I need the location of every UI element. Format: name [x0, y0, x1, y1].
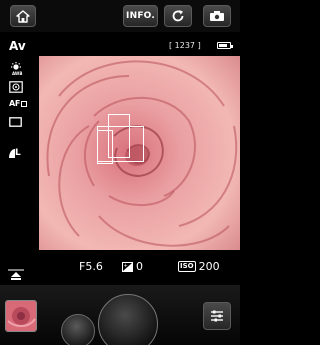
- svg-text:AWB: AWB: [12, 71, 22, 75]
- shots-remaining: [ 1237 ]: [169, 41, 201, 50]
- home-icon: [16, 9, 30, 23]
- svg-text:+: +: [124, 263, 128, 269]
- live-view[interactable]: [39, 56, 240, 250]
- thumbnail-image: [6, 301, 36, 331]
- iso-badge: ISO: [178, 261, 196, 272]
- af-label: AF: [9, 99, 21, 108]
- camera-icon: [210, 11, 224, 21]
- af-point-icon: [21, 100, 28, 107]
- refresh-button[interactable]: [164, 5, 192, 27]
- zoom-knob[interactable]: [61, 314, 95, 345]
- shutter-button[interactable]: [98, 294, 158, 345]
- sliders-icon: [211, 310, 223, 322]
- last-shot-thumbnail[interactable]: [5, 300, 37, 332]
- battery-icon: [217, 42, 233, 49]
- top-toolbar: INFO.: [0, 0, 240, 32]
- quality-label: L: [15, 148, 21, 158]
- drive-mode-icon[interactable]: [9, 117, 22, 127]
- exposure-compensation-value: 0: [136, 260, 143, 273]
- auto-white-balance-icon[interactable]: AWB: [9, 62, 23, 75]
- metering-mode-icon[interactable]: [9, 81, 23, 93]
- aperture-value[interactable]: F5.6: [79, 260, 103, 273]
- eject-icon[interactable]: [4, 268, 28, 282]
- iso-value: 200: [198, 260, 220, 273]
- info-button[interactable]: INFO.: [123, 5, 158, 27]
- home-button[interactable]: [10, 5, 36, 27]
- iso-setting[interactable]: ISO 200: [178, 260, 220, 273]
- settings-button[interactable]: [203, 302, 231, 330]
- camera-button[interactable]: [203, 5, 231, 27]
- af-mode-indicator[interactable]: AF: [9, 99, 28, 108]
- refresh-icon: [172, 10, 184, 22]
- info-button-label: INFO.: [126, 11, 155, 21]
- exposure-compensation-icon: +: [122, 261, 133, 272]
- af-frame-center[interactable]: [108, 114, 130, 158]
- aperture-label: F5.6: [79, 260, 103, 273]
- shooting-mode[interactable]: Av: [9, 39, 26, 53]
- image-quality-indicator[interactable]: L: [9, 148, 21, 158]
- exposure-compensation[interactable]: + 0: [122, 260, 143, 273]
